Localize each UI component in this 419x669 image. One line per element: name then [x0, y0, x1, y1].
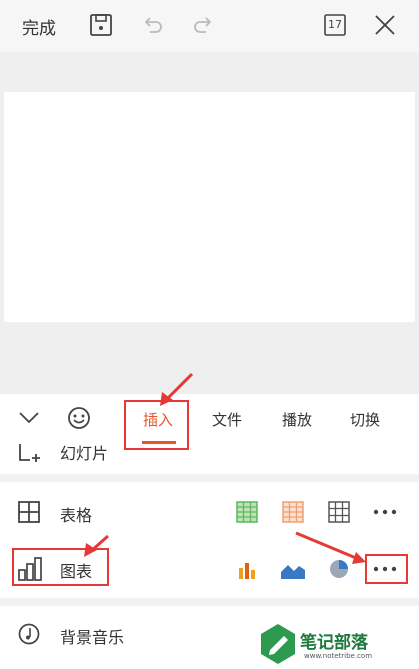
watermark-logo: [261, 624, 295, 664]
arrow-to-insert-tab: [160, 372, 194, 406]
annotation-arrows: [84, 372, 366, 564]
watermark-url: www.notetribe.com: [304, 652, 373, 660]
arrow-to-more-button: [295, 531, 366, 564]
watermark-title: 笔记部落: [300, 633, 368, 653]
arrow-to-chart-row: [84, 534, 109, 557]
